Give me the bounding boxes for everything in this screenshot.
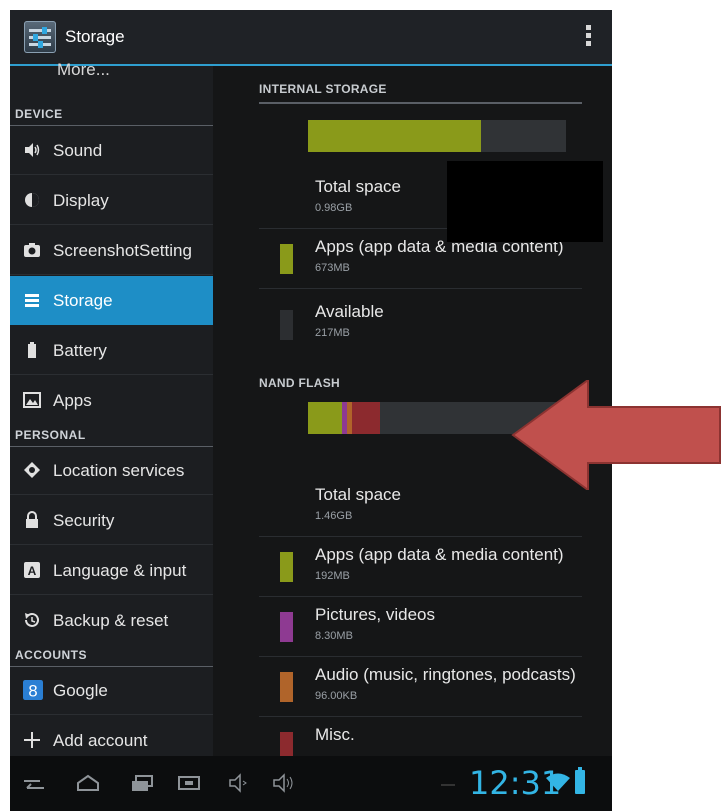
wifi-icon xyxy=(546,773,570,791)
usage-segment xyxy=(308,120,481,152)
nand-pictures-row[interactable]: Pictures, videos 8.30MB xyxy=(259,596,582,657)
usage-segment xyxy=(308,402,342,434)
sidebar-item-label: Backup & reset xyxy=(53,611,169,630)
section-accounts: ACCOUNTS xyxy=(10,644,213,667)
lock-icon xyxy=(26,511,38,528)
svg-text:8: 8 xyxy=(28,682,37,700)
redaction-box xyxy=(447,161,603,242)
sidebar-item-language[interactable]: A Language & input xyxy=(10,546,213,595)
settings-list: More... DEVICE Sound Display ScreenshotS… xyxy=(10,60,213,756)
internal-available-row[interactable]: Available 217MB xyxy=(259,302,582,348)
page-title: Storage xyxy=(65,27,125,46)
sidebar-item-screenshot[interactable]: ScreenshotSetting xyxy=(10,226,213,275)
overflow-menu-icon[interactable] xyxy=(586,25,592,49)
backup-icon xyxy=(25,612,39,627)
pictures-color-swatch xyxy=(280,612,293,642)
sidebar-item-label: ScreenshotSetting xyxy=(53,241,192,260)
sidebar-item-battery[interactable]: Battery xyxy=(10,326,213,375)
sidebar-item-label: Battery xyxy=(53,341,107,360)
sidebar-item-label: Language & input xyxy=(53,561,187,580)
available-color-swatch xyxy=(280,310,293,340)
back-icon[interactable] xyxy=(22,776,46,792)
action-bar: Storage xyxy=(10,10,612,66)
system-bar: 12:31 xyxy=(10,756,612,811)
sidebar-item-storage[interactable]: Storage xyxy=(10,276,213,325)
volume-up-icon[interactable] xyxy=(272,772,296,794)
recent-apps-icon[interactable] xyxy=(130,774,154,792)
display-icon xyxy=(25,193,39,207)
notification-placeholder xyxy=(441,784,455,786)
divider xyxy=(259,102,582,104)
sidebar-item-location[interactable]: Location services xyxy=(10,446,213,495)
annotation-arrow xyxy=(511,380,721,490)
nand-apps-row[interactable]: Apps (app data & media content) 192MB xyxy=(259,536,582,597)
sidebar-item-label: Storage xyxy=(53,291,113,310)
location-icon xyxy=(24,462,40,478)
apps-icon xyxy=(23,392,41,408)
sidebar-item-label: Add account xyxy=(53,731,148,750)
battery-icon xyxy=(28,342,36,358)
storage-icon xyxy=(25,294,39,307)
sidebar-item-label: Display xyxy=(53,191,109,210)
settings-app-icon[interactable] xyxy=(24,21,56,53)
sidebar-item-security[interactable]: Security xyxy=(10,496,213,545)
sidebar-item-apps[interactable]: Apps xyxy=(10,376,213,424)
sound-icon xyxy=(25,143,40,157)
internal-storage-header: INTERNAL STORAGE xyxy=(259,82,387,96)
plus-icon xyxy=(24,732,40,748)
sidebar-item-label: Sound xyxy=(53,141,103,160)
sidebar-item-label: Google xyxy=(53,681,108,700)
nand-flash-header: NAND FLASH xyxy=(259,376,340,390)
sidebar-item-backup[interactable]: Backup & reset xyxy=(10,596,213,644)
apps-color-swatch xyxy=(280,244,293,274)
sidebar-item-google[interactable]: 8 Google xyxy=(10,666,213,715)
internal-usage-bar xyxy=(308,120,566,152)
sidebar-item-sound[interactable]: Sound xyxy=(10,126,213,175)
sidebar-item-label: Location services xyxy=(53,461,185,480)
section-personal: PERSONAL xyxy=(10,424,213,447)
svg-text:A: A xyxy=(28,564,37,578)
more-item[interactable]: More... xyxy=(57,60,110,80)
keyboard-icon: A xyxy=(24,562,40,578)
sidebar-item-display[interactable]: Display xyxy=(10,176,213,225)
section-device: DEVICE xyxy=(10,103,213,126)
nand-audio-row[interactable]: Audio (music, ringtones, podcasts) 96.00… xyxy=(259,656,582,717)
sidebar-item-label: Apps xyxy=(53,391,92,410)
sidebar-item-label: Security xyxy=(53,511,115,530)
screenshot-icon[interactable] xyxy=(178,776,200,790)
apps-color-swatch xyxy=(280,552,293,582)
battery-status-icon xyxy=(575,767,585,794)
volume-down-icon[interactable] xyxy=(228,772,248,794)
google-icon: 8 xyxy=(23,680,43,700)
usage-segment xyxy=(352,402,380,434)
camera-icon xyxy=(24,243,40,257)
home-icon[interactable] xyxy=(76,774,100,792)
audio-color-swatch xyxy=(280,672,293,702)
